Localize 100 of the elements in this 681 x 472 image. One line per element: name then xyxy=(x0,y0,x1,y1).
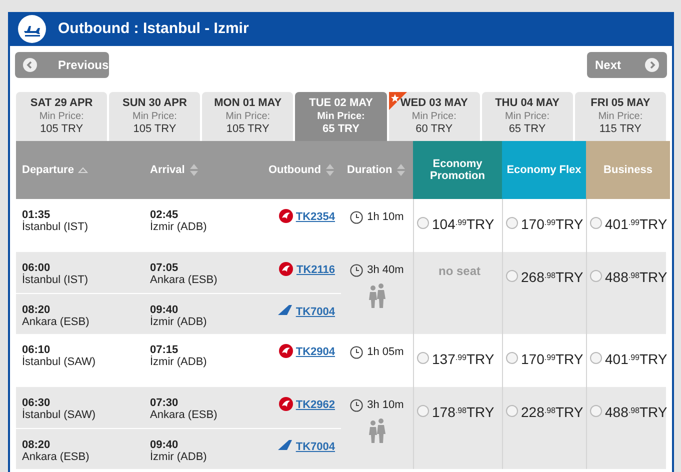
column-header[interactable]: Duration xyxy=(347,162,392,178)
arrival-time: 02:45 xyxy=(150,209,180,221)
chevron-right-icon xyxy=(645,58,659,72)
date-tab[interactable]: SAT 29 APR Min Price: 105 TRY xyxy=(16,92,108,141)
clock-icon xyxy=(350,210,364,224)
fare-radio[interactable] xyxy=(506,352,518,364)
column-header[interactable]: Departure xyxy=(22,162,74,178)
min-price-label: Min Price: xyxy=(598,110,643,123)
fare-radio[interactable] xyxy=(590,352,602,364)
arrival-airport: İzmir (ADB) xyxy=(150,451,208,463)
departure-airport: Ankara (ESB) xyxy=(22,451,90,463)
min-price-value: 65 TRY xyxy=(322,123,360,136)
plane-icon xyxy=(18,15,46,43)
arrival-time: 09:40 xyxy=(150,304,180,316)
departure-airport: İstanbul (IST) xyxy=(22,221,90,233)
fare-price: 178$^{.98}$TRY xyxy=(432,405,494,419)
fare-radio[interactable] xyxy=(506,217,518,229)
min-price-value: 115 TRY xyxy=(599,123,642,136)
departure-airport: Ankara (ESB) xyxy=(22,316,90,328)
no-seat-label: no seat xyxy=(437,263,482,280)
fare-radio[interactable] xyxy=(417,352,429,364)
fare-radio[interactable] xyxy=(417,217,429,229)
flight-number-link[interactable]: TK2116 xyxy=(296,262,335,278)
date-label: FRI 05 MAY xyxy=(590,97,650,110)
flight-number-link[interactable]: TK2354 xyxy=(296,209,335,226)
min-price-value: 105 TRY xyxy=(133,123,176,136)
column-header[interactable]: Outbound xyxy=(268,162,321,178)
date-tab[interactable]: THU 04 MAY Min Price: 65 TRY xyxy=(482,92,573,141)
arrival-airport: İzmir (ADB) xyxy=(150,356,208,368)
fare-price: 228$^{.98}$TRY xyxy=(521,405,584,419)
date-label: TUE 02 MAY xyxy=(309,97,373,110)
date-tab[interactable]: SUN 30 APR Min Price: 105 TRY xyxy=(109,92,200,141)
departure-time: 01:35 xyxy=(22,209,50,221)
fare-price: 104$^{.99}$TRY xyxy=(432,217,494,231)
date-label: SAT 29 APR xyxy=(30,97,93,110)
min-price-label: Min Price: xyxy=(39,110,84,123)
fare-price: 401$^{.99}$TRY xyxy=(605,217,668,231)
fare-price: 268$^{.98}$TRY xyxy=(521,270,584,284)
clock-icon xyxy=(350,264,364,277)
fare-radio[interactable] xyxy=(417,405,429,417)
min-price-label: Min Price: xyxy=(132,110,177,123)
arrival-time: 07:05 xyxy=(150,262,180,274)
next-button[interactable]: Next xyxy=(587,52,667,78)
cabin-header: Economy Flex xyxy=(502,141,586,199)
departure-airport: İstanbul (SAW) xyxy=(22,409,97,421)
fare-price: 170$^{.99}$TRY xyxy=(521,217,584,231)
fare-radio[interactable] xyxy=(590,270,602,282)
clock-icon xyxy=(350,346,364,359)
min-price-value: 105 TRY xyxy=(226,123,270,136)
fare-radio[interactable] xyxy=(590,217,602,229)
cabin-header: Economy Promotion xyxy=(413,141,502,199)
flight-duration: 3h 40m xyxy=(367,263,404,278)
flight-number-link[interactable]: TK7004 xyxy=(296,439,335,456)
date-label: WED 03 MAY xyxy=(400,97,468,110)
flight-number-link[interactable]: TK2962 xyxy=(296,397,335,414)
date-tab[interactable]: WED 03 MAY Min Price: 60 TRY xyxy=(388,92,480,141)
column-header[interactable]: Arrival xyxy=(150,162,185,178)
departure-airport: İstanbul (SAW) xyxy=(22,356,97,368)
date-label: SUN 30 APR xyxy=(122,97,187,110)
date-label: THU 04 MAY xyxy=(495,97,560,110)
flight-duration: 3h 10m xyxy=(367,398,404,413)
date-tab[interactable]: FRI 05 MAY Min Price: 115 TRY xyxy=(574,92,666,141)
cabin-header: Business xyxy=(586,141,670,199)
date-tab[interactable]: MON 01 MAY Min Price: 105 TRY xyxy=(202,92,294,141)
departure-airport: İstanbul (IST) xyxy=(22,274,90,286)
departure-time: 08:20 xyxy=(22,304,52,316)
min-price-label: Min Price: xyxy=(317,110,365,123)
fare-price: 170$^{.99}$TRY xyxy=(521,352,584,366)
date-tab[interactable]: TUE 02 MAY Min Price: 65 TRY xyxy=(295,92,387,141)
fare-radio[interactable] xyxy=(506,405,518,417)
arrival-airport: İzmir (ADB) xyxy=(150,221,208,233)
min-price-label: Min Price: xyxy=(412,110,456,123)
flight-duration: 1h 05m xyxy=(367,345,404,360)
clock-icon xyxy=(350,398,364,412)
previous-button[interactable]: Previous xyxy=(15,52,109,78)
arrival-time: 07:30 xyxy=(150,397,180,409)
travelers-icon xyxy=(367,282,387,308)
min-price-value: 60 TRY xyxy=(416,123,453,136)
departure-time: 06:30 xyxy=(22,397,50,409)
arrival-airport: İzmir (ADB) xyxy=(150,316,208,328)
min-price-value: 65 TRY xyxy=(508,123,546,136)
flight-number-link[interactable]: TK2904 xyxy=(296,344,335,360)
arrival-time: 07:15 xyxy=(150,344,180,356)
departure-time: 08:20 xyxy=(22,439,52,451)
fare-radio[interactable] xyxy=(590,405,602,417)
arrival-time: 09:40 xyxy=(150,439,180,451)
fare-radio[interactable] xyxy=(506,270,518,282)
flight-number-link[interactable]: TK7004 xyxy=(296,304,335,320)
arrival-airport: Ankara (ESB) xyxy=(150,274,218,286)
min-price-label: Min Price: xyxy=(505,110,550,123)
min-price-value: 105 TRY xyxy=(40,123,84,136)
min-price-label: Min Price: xyxy=(226,110,270,123)
fare-price: 401$^{.99}$TRY xyxy=(605,352,668,366)
chevron-left-icon xyxy=(23,58,37,72)
date-label: MON 01 MAY xyxy=(214,97,282,110)
travelers-icon xyxy=(367,418,387,444)
fare-price: 488$^{.98}$TRY xyxy=(605,405,668,419)
fare-price: 488$^{.98}$TRY xyxy=(605,270,668,284)
departure-time: 06:10 xyxy=(22,344,50,356)
arrival-airport: Ankara (ESB) xyxy=(150,409,218,421)
